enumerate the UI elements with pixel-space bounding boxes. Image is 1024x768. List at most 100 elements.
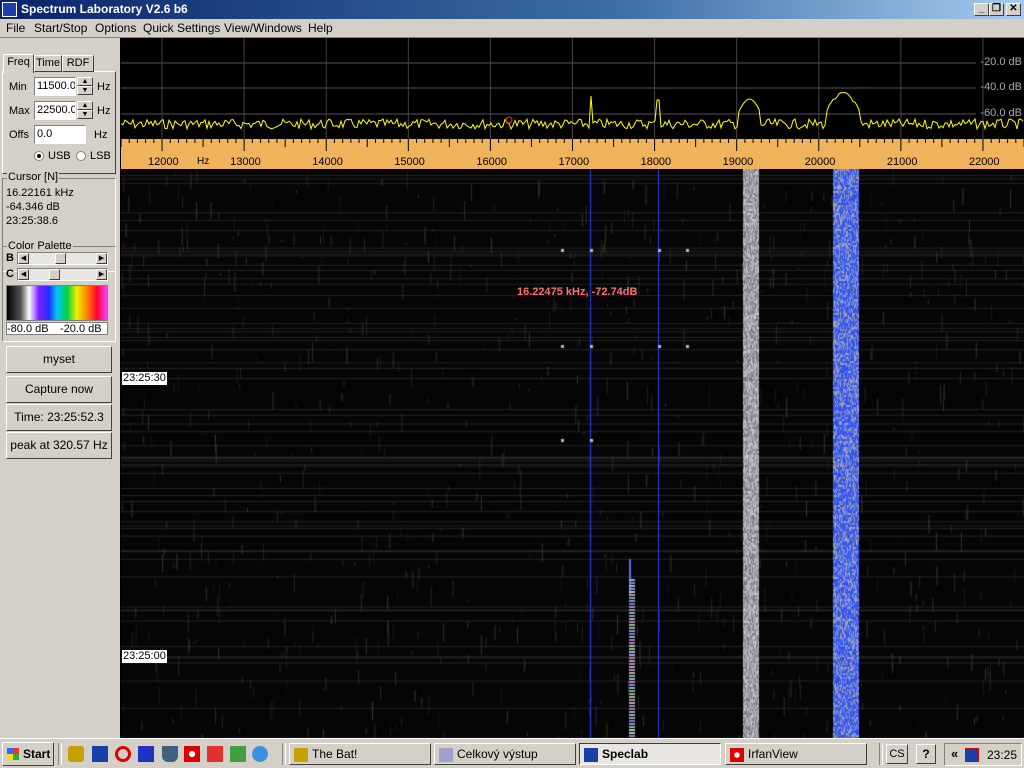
- spectrum-plot: [121, 38, 1024, 139]
- quicklaunch-speclab-icon[interactable]: [92, 746, 108, 762]
- tab-rdf[interactable]: RDF: [62, 55, 94, 72]
- waterfall-display[interactable]: 16.22475 kHz, -72.74dB 23:25:30 23:25:00: [121, 169, 1024, 738]
- quicklaunch-app-icon[interactable]: [207, 746, 223, 762]
- max-unit: Hz: [97, 105, 111, 117]
- quicklaunch-irfanview-icon[interactable]: [184, 746, 200, 762]
- peak-button[interactable]: peak at 320.57 Hz: [6, 432, 112, 459]
- task-the-bat-label: The Bat!: [312, 747, 358, 761]
- color-palette-bar[interactable]: [6, 285, 108, 321]
- capture-now-button[interactable]: Capture now: [6, 376, 112, 403]
- contrast-right-arrow[interactable]: ▶: [96, 269, 107, 280]
- language-indicator[interactable]: CS: [886, 744, 908, 764]
- task-speclab-label: Speclab: [602, 747, 649, 761]
- taskbar: Start The Bat! Celkový výstup Speclab Ir…: [0, 738, 1024, 768]
- task-speclab[interactable]: Speclab: [579, 743, 721, 765]
- lsb-label: LSB: [90, 150, 111, 162]
- menu-view-windows[interactable]: View/Windows: [224, 21, 302, 35]
- tray-expand-chevron[interactable]: «: [951, 746, 958, 761]
- cursor-readout-annotation: 16.22475 kHz, -72.74dB: [517, 286, 638, 298]
- min-unit: Hz: [97, 81, 111, 93]
- menu-quick-settings[interactable]: Quick Settings: [143, 21, 220, 35]
- close-button[interactable]: ✕: [1006, 3, 1021, 16]
- brightness-right-arrow[interactable]: ▶: [96, 253, 107, 264]
- contrast-slider[interactable]: ◀ ▶: [17, 268, 108, 281]
- contrast-left-arrow[interactable]: ◀: [18, 269, 29, 280]
- windows-logo-icon: [7, 748, 19, 760]
- brightness-thumb[interactable]: [55, 253, 67, 264]
- usb-radio[interactable]: [34, 151, 44, 161]
- freq-tick-22000: 22000: [968, 156, 1000, 168]
- info-icon: [439, 748, 453, 762]
- task-the-bat[interactable]: The Bat!: [289, 743, 431, 765]
- min-down-spin[interactable]: ▼: [77, 86, 93, 95]
- time-button[interactable]: Time: 23:25:52.3: [6, 404, 112, 431]
- task-celkovy-vystup[interactable]: Celkový výstup: [434, 743, 576, 765]
- freq-tick-20000: 20000: [804, 156, 836, 168]
- quicklaunch-shield-icon[interactable]: [162, 746, 178, 762]
- lsb-radio[interactable]: [76, 151, 86, 161]
- freq-unit-label: Hz: [197, 156, 210, 167]
- quicklaunch-save-icon[interactable]: [138, 746, 154, 762]
- cursor-frequency: 16.22161 kHz: [6, 187, 74, 199]
- menu-file[interactable]: File: [6, 21, 25, 35]
- db-label-40: -40.0 dB: [980, 81, 1022, 93]
- myset-button[interactable]: myset: [6, 346, 112, 373]
- brightness-label: B: [6, 252, 14, 264]
- tray-speclab-icon[interactable]: [965, 748, 979, 762]
- max-freq-input[interactable]: 22500.0: [34, 101, 76, 120]
- window-title: Spectrum Laboratory V2.6 b6: [21, 2, 188, 16]
- spectrum-graph[interactable]: -20.0 dB -40.0 dB -60.0 dB: [121, 38, 1024, 139]
- min-up-spin[interactable]: ▲: [77, 77, 93, 86]
- start-label: Start: [23, 747, 51, 761]
- tab-freq[interactable]: Freq: [3, 54, 34, 73]
- freq-tick-16000: 16000: [476, 156, 507, 168]
- freq-tick-12000: 12000: [148, 156, 179, 168]
- usb-radio-dot: [37, 154, 41, 158]
- quicklaunch-mail-icon[interactable]: [68, 746, 84, 762]
- waterfall-canvas: [121, 169, 1024, 738]
- clock: 23:25: [987, 748, 1018, 762]
- control-panel: Freq Time RDF Min 11500.0 ▲ ▼ Hz Max 225…: [0, 38, 120, 738]
- app-icon[interactable]: [2, 2, 17, 17]
- min-freq-input[interactable]: 11500.0: [34, 77, 76, 96]
- title-bar: Spectrum Laboratory V2.6 b6 _ ❐ ✕: [0, 0, 1024, 19]
- usb-label: USB: [48, 150, 71, 162]
- min-label: Min: [9, 81, 27, 93]
- restore-button[interactable]: ❐: [989, 3, 1004, 16]
- cursor-level: -64.346 dB: [6, 201, 60, 213]
- speclab-icon: [584, 748, 598, 762]
- db-label-20: -20.0 dB: [980, 56, 1022, 68]
- time-mark-1: 23:25:30: [122, 372, 167, 385]
- brightness-left-arrow[interactable]: ◀: [18, 253, 29, 264]
- freq-tick-13000: 13000: [230, 156, 261, 168]
- palette-max-label: -20.0 dB: [60, 323, 102, 335]
- cursor-marker: [505, 116, 513, 124]
- offs-unit: Hz: [94, 129, 108, 141]
- offs-label: Offs: [9, 129, 29, 141]
- tab-time[interactable]: Time: [34, 55, 62, 72]
- minimize-button[interactable]: _: [974, 3, 989, 16]
- max-down-spin[interactable]: ▼: [77, 110, 93, 119]
- taskbar-separator-2: [282, 743, 286, 765]
- quicklaunch-opera-icon[interactable]: [115, 746, 131, 762]
- quicklaunch-browser-icon[interactable]: [252, 746, 268, 762]
- offset-input[interactable]: 0.0: [34, 125, 86, 144]
- system-tray: « 23:25: [944, 743, 1022, 766]
- menu-start-stop[interactable]: Start/Stop: [34, 21, 87, 35]
- menu-options[interactable]: Options: [95, 21, 136, 35]
- contrast-thumb[interactable]: [49, 269, 61, 280]
- frequency-scale[interactable]: 12000 Hz 13000 14000 15000 16000 17000 1…: [121, 139, 1024, 169]
- menu-bar: File Start/Stop Options Quick Settings V…: [0, 19, 1024, 38]
- menu-help[interactable]: Help: [308, 21, 333, 35]
- cursor-group-title: Cursor [N]: [7, 171, 60, 183]
- brightness-slider[interactable]: ◀ ▶: [17, 252, 108, 265]
- cursor-time: 23:25:38.6: [6, 215, 58, 227]
- freq-tick-17000: 17000: [558, 156, 590, 168]
- max-up-spin[interactable]: ▲: [77, 101, 93, 110]
- freq-tick-19000: 19000: [722, 156, 754, 168]
- start-button[interactable]: Start: [2, 742, 54, 766]
- quicklaunch-game-icon[interactable]: [230, 746, 246, 762]
- task-irfanview[interactable]: IrfanView: [725, 743, 867, 765]
- help-button[interactable]: ?: [916, 744, 936, 764]
- task-celkovy-vystup-label: Celkový výstup: [457, 747, 538, 761]
